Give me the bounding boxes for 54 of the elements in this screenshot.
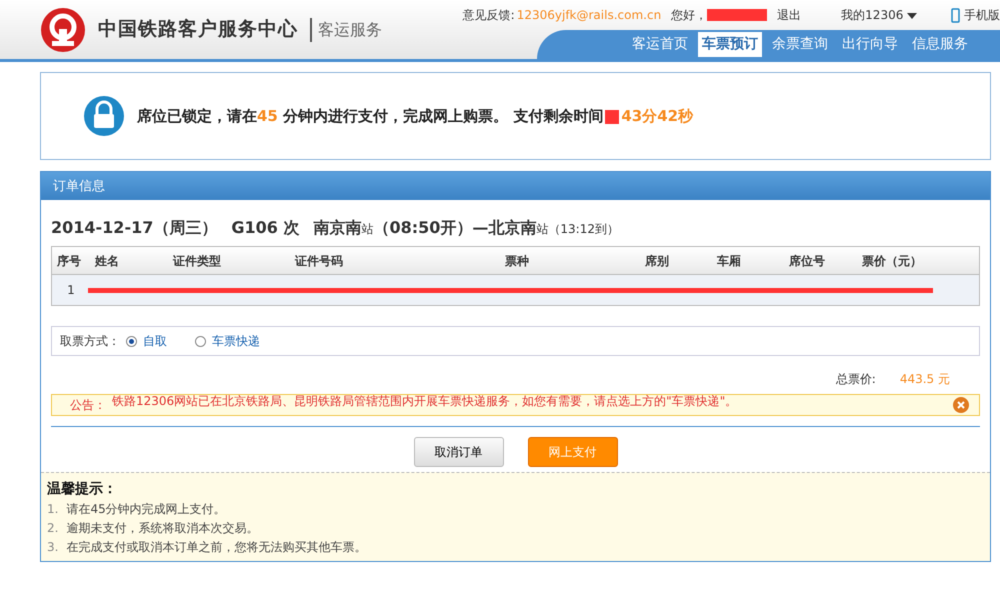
station-suffix: 站 [536, 222, 548, 236]
radio-button[interactable] [126, 336, 137, 346]
column-header: 证件类型 [172, 252, 222, 270]
column-header: 车厢 [716, 252, 742, 270]
nav-tab[interactable]: 车票预订 [698, 32, 762, 57]
greeting-text: 您好， [671, 7, 708, 24]
nav-tab[interactable]: 出行向导 [838, 32, 902, 57]
total-price: 443.5 元 [900, 371, 950, 388]
column-header: 序号 [56, 252, 82, 270]
tip-text: 在完成支付或取消本订单之前，您将无法购买其他车票。 [66, 539, 366, 556]
station-suffix: 站 [361, 222, 374, 236]
trip-date: 2014-12-17（周三） [51, 218, 218, 237]
column-header: 姓名 [94, 252, 120, 270]
feedback-label: 意见反馈: [462, 7, 515, 24]
tips-title: 温馨提示： [47, 480, 118, 499]
train-number: G106 次 [231, 218, 300, 237]
lock-icon [83, 95, 125, 137]
list-number: 1. [47, 501, 58, 518]
radio-button[interactable] [195, 336, 206, 346]
tip-text: 逾期未支付，系统将取消本次交易。 [66, 520, 258, 537]
table-cell-text: 1 [66, 282, 76, 299]
column-header: 证件号码 [294, 252, 344, 270]
radio-label[interactable]: 车票快递 [212, 332, 260, 350]
nav-tab[interactable]: 余票查询 [768, 32, 832, 57]
account-menu[interactable]: 我的12306 [841, 6, 918, 24]
close-icon[interactable] [953, 397, 969, 413]
list-number: 3. [47, 539, 58, 556]
nav-tab[interactable]: 客运首页 [628, 32, 692, 57]
column-header: 席别 [644, 252, 670, 270]
departure-time: （08:50开）— [373, 218, 488, 237]
lock-message: 席位已锁定，请在45 分钟内进行支付，完成网上购票。 支付剩余时间 43分42秒 [137, 106, 694, 127]
arrival-time: （13:12到） [548, 222, 619, 236]
nav-tab[interactable]: 信息服务 [908, 32, 972, 57]
railway-logo-icon [40, 6, 86, 52]
column-header: 席位号 [788, 252, 826, 270]
arrival-station: 北京南 [488, 218, 536, 237]
site-title: 中国铁路客户服务中心 [98, 17, 298, 42]
site-subtitle: 客运服务 [310, 18, 382, 42]
cancel-button[interactable]: 取消订单 [414, 437, 504, 467]
notice-text: 铁路12306网站已在北京铁路局、昆明铁路局管辖范围内开展车票快递服务，如您有需要，请点选上方的"车票快递"。 [112, 393, 738, 410]
list-number: 2. [47, 520, 58, 537]
departure-station: 南京南 [313, 218, 362, 237]
radio-label[interactable]: 自取 [143, 332, 167, 350]
logout-link[interactable]: 退出 [777, 6, 802, 24]
notice-label: 公告： [70, 397, 106, 414]
phone-icon [951, 8, 960, 24]
total-label: 总票价: [836, 371, 876, 388]
caret-icon [907, 12, 918, 19]
mobile-link[interactable]: 手机版 [951, 6, 1000, 24]
column-header: 票价（元） [861, 252, 923, 270]
panel-header: 订单信息 [41, 172, 990, 200]
column-header: 票种 [504, 252, 530, 270]
tip-text: 请在45分钟内完成网上支付。 [66, 501, 226, 518]
pickup-label: 取票方式： [60, 333, 120, 350]
